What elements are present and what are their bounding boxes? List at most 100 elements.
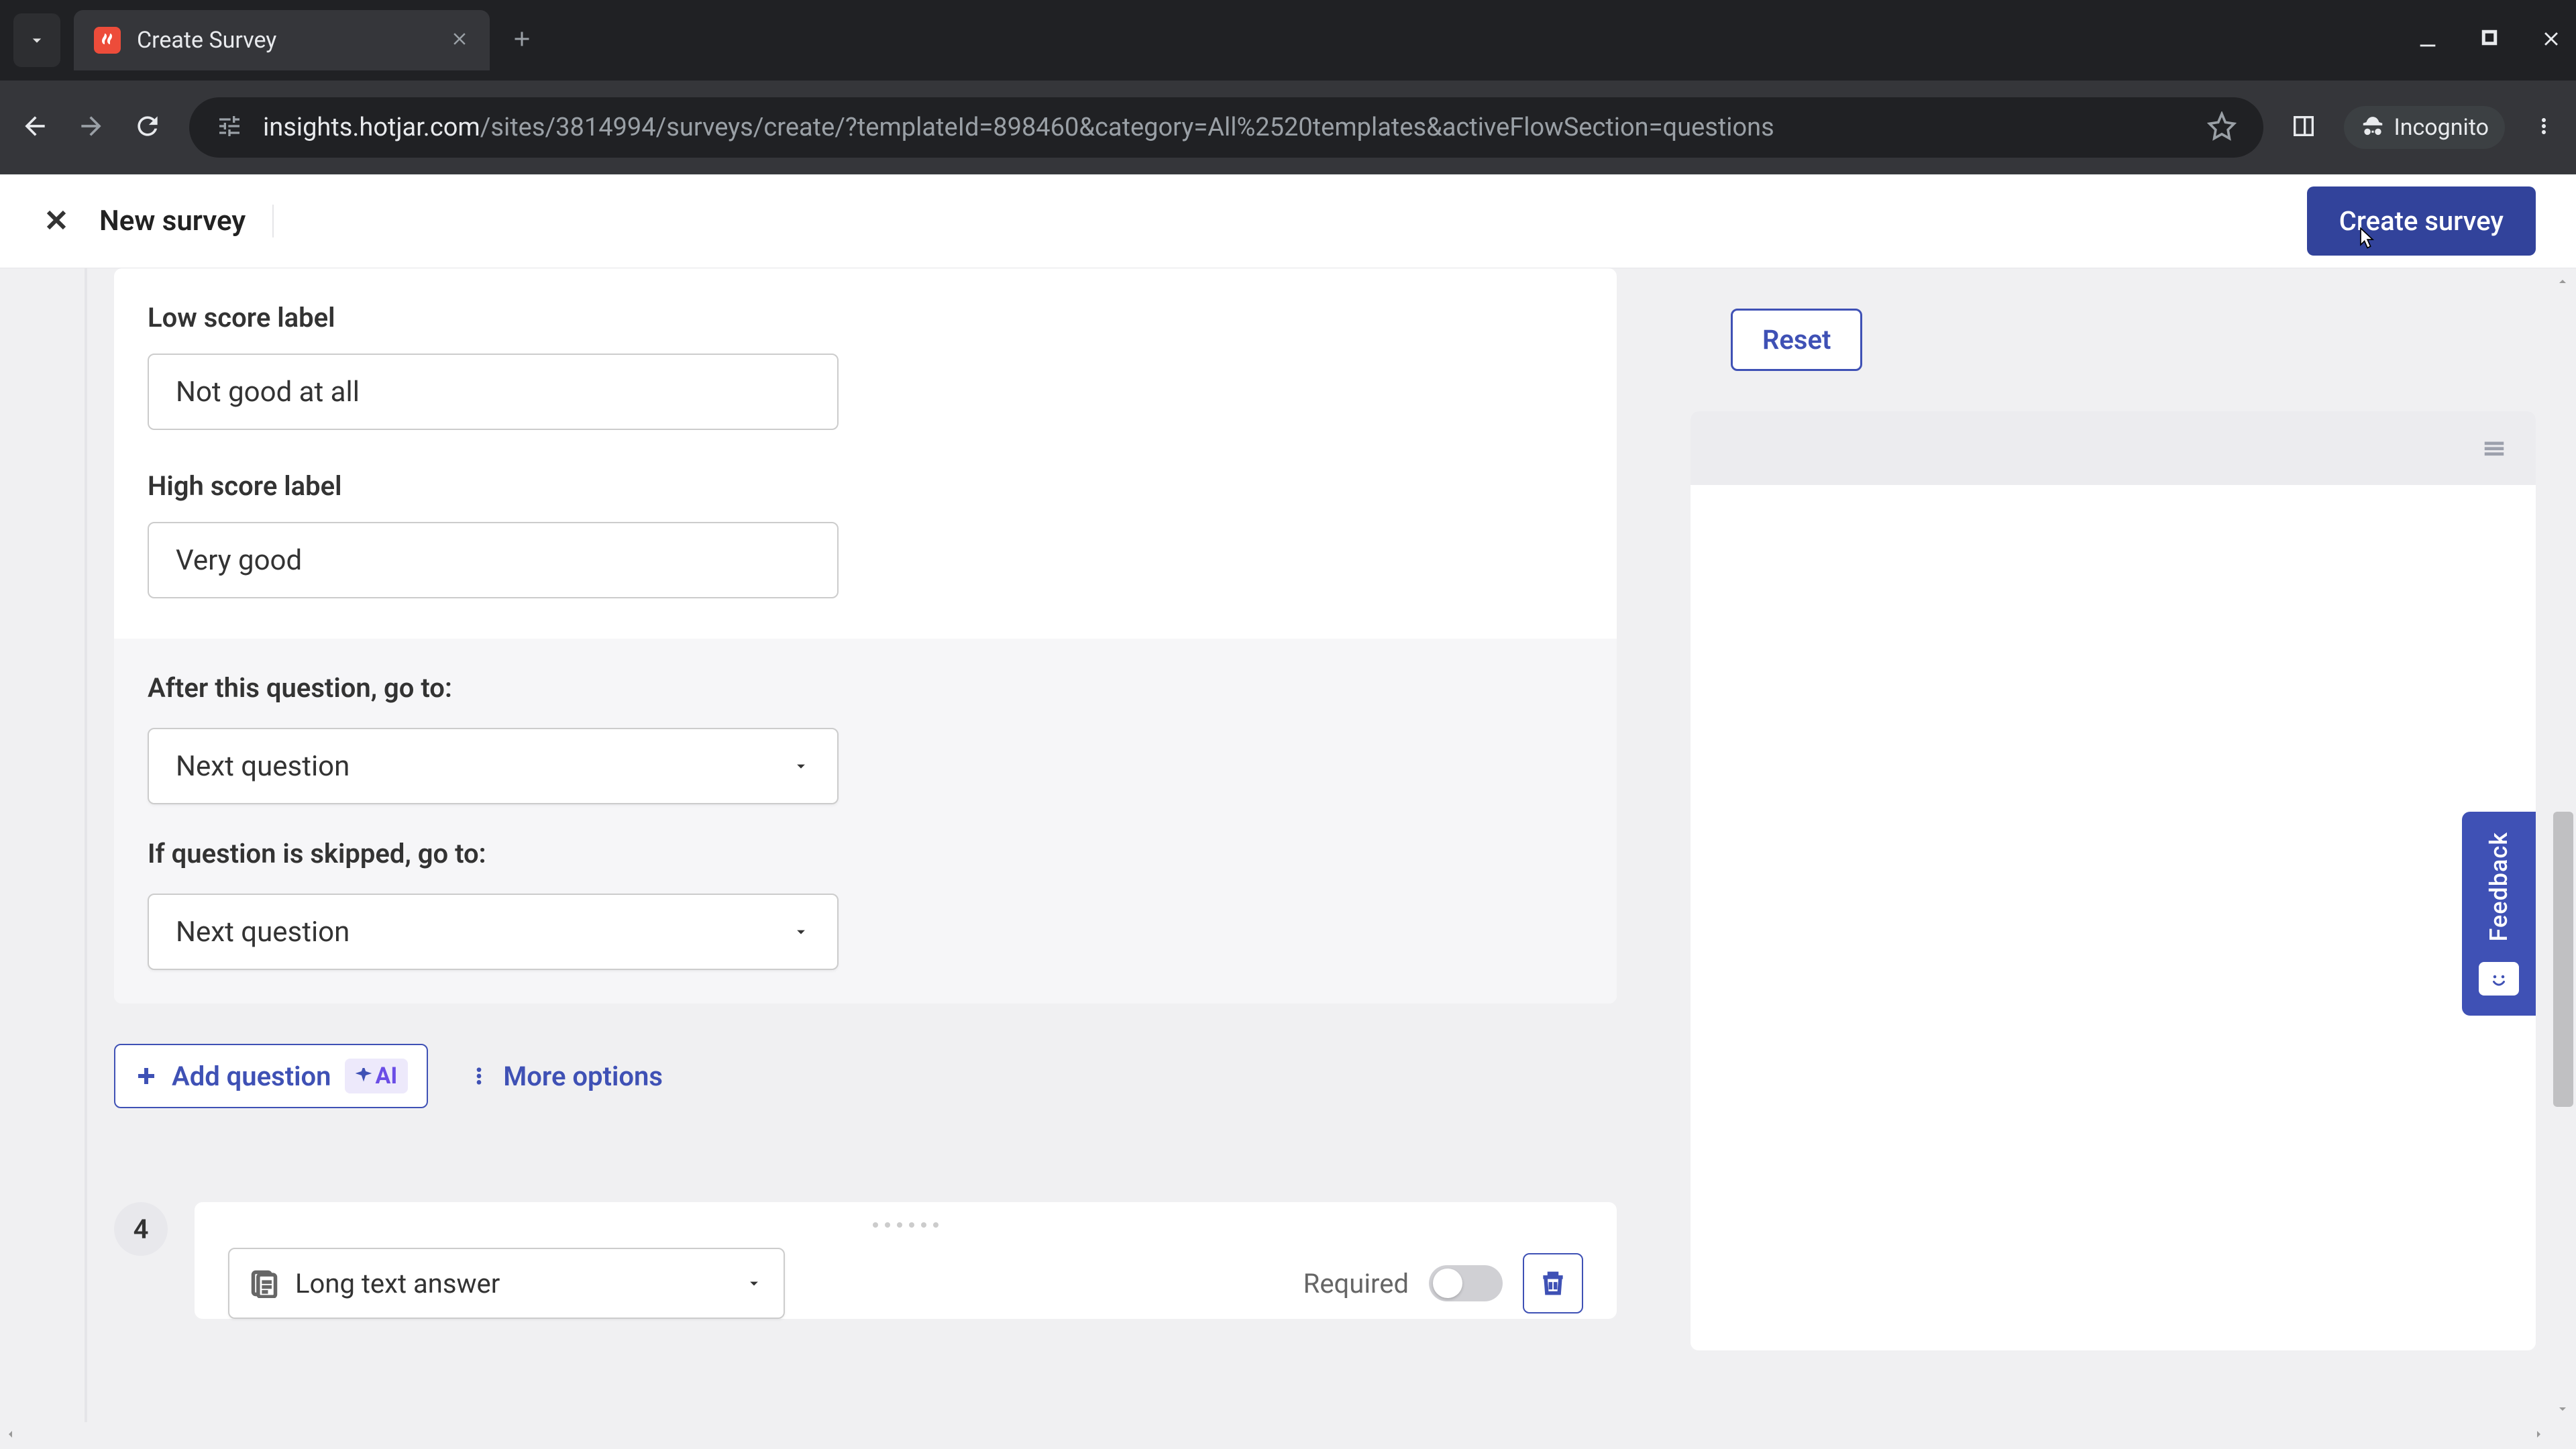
forward-button[interactable] — [76, 111, 106, 144]
long-text-icon — [250, 1269, 279, 1298]
caret-down-icon — [2555, 1401, 2571, 1417]
caret-down-icon — [792, 757, 810, 775]
hotjar-favicon — [94, 27, 121, 54]
more-vert-icon — [468, 1063, 490, 1089]
menu-icon — [2479, 435, 2509, 461]
sparkle-icon — [356, 1068, 372, 1084]
more-options-label: More options — [503, 1061, 663, 1092]
window-close-button[interactable] — [2540, 28, 2563, 53]
feedback-tab[interactable]: Feedback — [2462, 812, 2536, 1016]
browser-toolbar: insights.hotjar.com/sites/3814994/survey… — [0, 80, 2576, 174]
reload-icon — [133, 111, 162, 141]
more-options-button[interactable]: More options — [468, 1061, 663, 1092]
maximize-button[interactable] — [2479, 28, 2500, 53]
scrollbar-thumb[interactable] — [2553, 812, 2573, 1107]
low-score-label: Low score label — [148, 302, 1583, 333]
close-icon — [40, 204, 72, 236]
browser-menu-button[interactable] — [2532, 114, 2556, 141]
low-score-input[interactable] — [148, 354, 839, 430]
feedback-smiley-icon — [2479, 962, 2519, 996]
scroll-down-button[interactable] — [2549, 1395, 2576, 1422]
left-rail — [0, 268, 87, 1449]
app-container: New survey Create survey Low score label… — [0, 174, 2576, 1449]
tab-close-button[interactable] — [449, 29, 470, 52]
incognito-indicator[interactable]: Incognito — [2344, 106, 2505, 149]
new-tab-button[interactable] — [510, 27, 534, 54]
close-editor-button[interactable] — [40, 204, 72, 239]
minimize-button[interactable] — [2416, 28, 2439, 53]
url-text: insights.hotjar.com/sites/3814994/survey… — [263, 113, 2187, 142]
page-title: New survey — [99, 205, 274, 237]
browser-tab[interactable]: Create Survey — [74, 10, 490, 70]
scroll-left-button[interactable] — [3, 1426, 19, 1445]
delete-question-button[interactable] — [1523, 1253, 1583, 1313]
after-question-label: After this question, go to: — [148, 672, 1583, 704]
high-score-input[interactable] — [148, 522, 839, 598]
bookmark-button[interactable] — [2207, 111, 2237, 144]
add-question-label: Add question — [172, 1061, 331, 1092]
cursor-icon — [2357, 227, 2377, 251]
address-bar[interactable]: insights.hotjar.com/sites/3814994/survey… — [189, 97, 2263, 158]
preview-header — [1690, 411, 2536, 485]
back-button[interactable] — [20, 111, 50, 144]
question-type-select[interactable]: Long text answer — [228, 1248, 785, 1319]
reset-button[interactable]: Reset — [1731, 309, 1862, 371]
create-survey-button[interactable]: Create survey — [2307, 186, 2536, 256]
scroll-right-button[interactable] — [2530, 1426, 2546, 1445]
tab-title: Create Survey — [137, 27, 433, 54]
question-type-label: Long text answer — [295, 1268, 729, 1299]
skipped-select[interactable]: Next question — [148, 894, 839, 970]
editor-header: New survey Create survey — [0, 174, 2576, 268]
after-question-select[interactable]: Next question — [148, 728, 839, 804]
caret-right-icon — [2530, 1426, 2546, 1442]
action-row: Add question AI More options — [114, 1004, 1617, 1148]
site-settings-button[interactable] — [216, 113, 243, 142]
caret-up-icon — [2555, 274, 2571, 290]
close-icon — [2540, 28, 2563, 50]
arrow-right-icon — [76, 111, 106, 141]
window-controls — [2416, 28, 2563, 53]
tune-icon — [216, 113, 243, 140]
skipped-label: If question is skipped, go to: — [148, 838, 1583, 869]
question-4-content: Long text answer Required — [228, 1248, 1583, 1319]
question-number-badge: 4 — [114, 1202, 168, 1256]
trash-icon — [1538, 1269, 1568, 1298]
browser-tab-strip: Create Survey — [0, 0, 2576, 80]
after-question-value: Next question — [176, 750, 350, 783]
sidepanel-button[interactable] — [2290, 113, 2317, 142]
add-question-button[interactable]: Add question AI — [114, 1044, 428, 1108]
question-4-card: Long text answer Required — [195, 1202, 1617, 1319]
app-body: Low score label High score label After t… — [0, 268, 2576, 1449]
ai-badge: AI — [345, 1059, 409, 1093]
required-label: Required — [1303, 1268, 1409, 1299]
star-icon — [2207, 111, 2237, 141]
tab-search-button[interactable] — [13, 13, 60, 67]
minimize-icon — [2416, 28, 2439, 50]
feedback-label: Feedback — [2485, 832, 2513, 942]
more-vert-icon — [2532, 114, 2556, 138]
high-score-field: High score label — [148, 470, 1583, 598]
caret-left-icon — [3, 1426, 19, 1442]
sidepanel-icon — [2290, 113, 2317, 140]
reload-button[interactable] — [133, 111, 162, 144]
required-toggle[interactable] — [1429, 1265, 1503, 1301]
close-icon — [449, 29, 470, 49]
incognito-icon — [2360, 115, 2385, 140]
horizontal-scrollbar[interactable] — [0, 1422, 2549, 1449]
caret-down-icon — [792, 922, 810, 941]
plus-icon — [510, 27, 534, 51]
main-column: Low score label High score label After t… — [87, 268, 1677, 1449]
routing-section: After this question, go to: Next questio… — [114, 639, 1617, 1004]
question-card: Low score label High score label After t… — [114, 268, 1617, 1004]
plus-icon — [134, 1064, 158, 1088]
vertical-scrollbar[interactable] — [2549, 268, 2576, 1422]
maximize-icon — [2479, 28, 2500, 48]
required-group: Required — [1303, 1253, 1583, 1313]
scroll-up-button[interactable] — [2549, 268, 2576, 295]
incognito-label: Incognito — [2394, 114, 2489, 141]
drag-handle[interactable] — [228, 1222, 1583, 1228]
question-4-row: 4 Long text answer Required — [114, 1202, 1617, 1319]
caret-down-icon — [745, 1274, 763, 1293]
low-score-field: Low score label — [148, 302, 1583, 430]
preview-column: Reset — [1677, 268, 2576, 1449]
